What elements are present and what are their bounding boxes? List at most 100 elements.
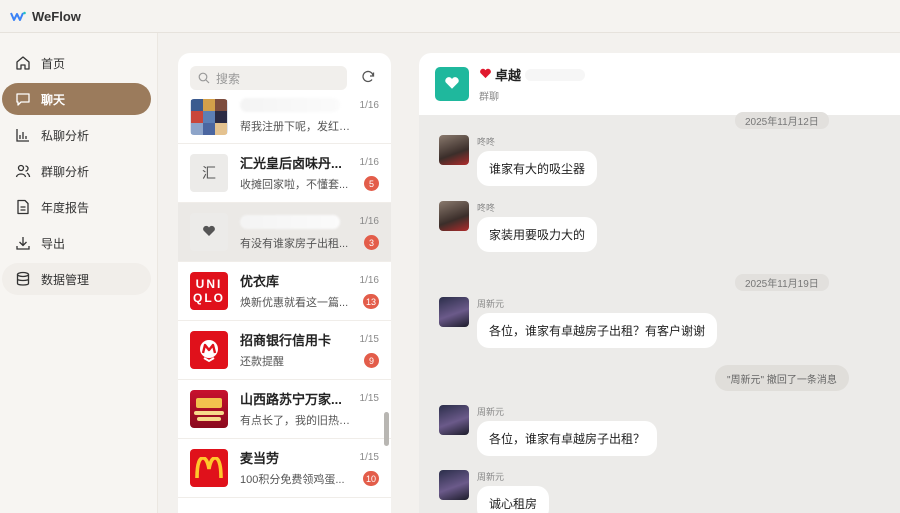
session-avatar: 汇 [190, 154, 228, 192]
message-list: 2025年11月12日 咚咚 谁家有大的吸尘器 咚咚 家装用要吸力大的 2025… [419, 112, 900, 513]
sidebar-item-label: 导出 [41, 236, 66, 251]
heart-icon [444, 76, 460, 93]
session-time: 1/15 [359, 393, 379, 404]
sidebar-item-label: 首页 [41, 56, 66, 71]
chat-icon [14, 90, 32, 108]
message-bubble[interactable]: 各位，谁家有卓越房子出租？ [477, 421, 658, 456]
message-bubble[interactable]: 各位，谁家有卓越房子出租？有客户谢谢 [477, 313, 718, 348]
session-list: 1/16 帮我注册下呢，发红包[呲... 汇 汇光皇后卤味丹... 1/16 收摊… [178, 96, 391, 498]
date-separator: 2025年11月19日 [735, 274, 829, 291]
sidebar-item-data-management[interactable]: 数据管理 [2, 263, 151, 295]
session-name: 汇光皇后卤味丹... [240, 156, 342, 171]
sender-name: 周新元 [477, 407, 505, 417]
message: 周新元 各位，谁家有卓越房子出租？ [439, 405, 658, 456]
sidebar-item-home[interactable]: 首页 [2, 47, 151, 79]
download-icon [14, 234, 32, 252]
session-time: 1/15 [359, 334, 379, 345]
unread-badge: 13 [362, 294, 379, 309]
system-notice: "周新元" 撤回了一条消息 [715, 365, 849, 391]
unread-badge: 9 [364, 353, 379, 368]
unread-badge: 5 [364, 176, 379, 191]
message: 周新元 各位，谁家有卓越房子出租？有客户谢谢 [439, 297, 718, 348]
sidebar-item-label: 私聊分析 [41, 128, 90, 143]
sender-avatar [439, 201, 469, 231]
message-bubble[interactable]: 家装用要吸力大的 [477, 217, 598, 252]
session-item[interactable]: 汇 汇光皇后卤味丹... 1/16 收摊回家啦，不懂套... 5 [178, 144, 391, 203]
sidebar-item-label: 年度报告 [41, 200, 90, 215]
refresh-button[interactable] [357, 67, 379, 89]
refresh-icon [361, 70, 375, 87]
chat-title: 卓越 [479, 65, 586, 84]
message: 咚咚 谁家有大的吸尘器 [439, 135, 598, 186]
message: 咚咚 家装用要吸力大的 [439, 201, 598, 252]
sidebar-item-label: 数据管理 [41, 272, 90, 287]
sender-name: 周新元 [477, 299, 505, 309]
weflow-logo-icon [10, 10, 26, 22]
session-avatar [190, 213, 228, 251]
session-list-panel: 搜索 1/16 帮我注册下呢，发红包[呲... 汇 汇光皇后卤味丹...1/16… [178, 53, 391, 513]
sidebar-item-chat[interactable]: 聊天 [2, 83, 151, 115]
cmb-logo [190, 331, 228, 369]
sidebar-item-annual-report[interactable]: 年度报告 [2, 191, 151, 223]
session-preview: 帮我注册下呢，发红包[呲... [240, 121, 358, 133]
sidebar-item-label: 聊天 [41, 92, 66, 107]
heart-emoji-icon [479, 67, 492, 82]
session-preview: 100积分免费领鸡蛋... [240, 473, 345, 486]
sender-avatar [439, 470, 469, 500]
chat-title-text: 卓越 [495, 68, 522, 83]
unread-badge: 3 [364, 235, 379, 250]
session-preview: 焕新优惠就看这一篇... [240, 296, 349, 309]
session-name: 山西路苏宁万家... [240, 392, 342, 407]
heart-icon [202, 224, 216, 240]
sender-name: 周新元 [477, 472, 505, 482]
search-input[interactable]: 搜索 [190, 66, 347, 90]
session-preview: 收摊回家啦，不懂套... [240, 178, 349, 191]
users-icon [14, 162, 32, 180]
sidebar-item-label: 群聊分析 [41, 164, 90, 179]
chat-panel: 卓越 群聊 2025年11月12日 咚咚 谁家有大的吸尘器 咚咚 家装用要吸力大… [419, 53, 900, 513]
session-preview: 还款提醒 [240, 355, 284, 368]
sender-name: 咚咚 [477, 203, 496, 213]
session-time: 1/16 [359, 275, 379, 286]
sidebar-item-export[interactable]: 导出 [2, 227, 151, 259]
message-bubble[interactable]: 诚心租房 [477, 486, 550, 513]
session-item-selected[interactable]: 1/16 有没有谁家房子出租... 3 [178, 203, 391, 262]
message-bubble[interactable]: 谁家有大的吸尘器 [477, 151, 598, 186]
session-item[interactable]: 山西路苏宁万家... 1/15 有点长了，我的旧热水器5... [178, 380, 391, 439]
chat-header: 卓越 群聊 [419, 53, 900, 115]
session-time: 1/16 [359, 99, 379, 111]
session-name-blurred [240, 98, 340, 112]
database-icon [14, 270, 32, 288]
unread-badge: 10 [362, 471, 379, 486]
title-bar: WeFlow [0, 0, 900, 33]
sender-avatar [439, 405, 469, 435]
mcdonalds-logo [190, 449, 228, 487]
sidebar-item-group-analysis[interactable]: 群聊分析 [2, 155, 151, 187]
chat-subtitle: 群聊 [479, 92, 499, 103]
session-time: 1/16 [359, 216, 379, 227]
session-item[interactable]: 麦当劳 1/15 100积分免费领鸡蛋... 10 [178, 439, 391, 498]
sender-avatar [439, 297, 469, 327]
session-item[interactable]: 1/16 帮我注册下呢，发红包[呲... [178, 96, 391, 144]
sidebar: 首页 聊天 私聊分析 群聊分析 年度报告 导出 数据管理 [0, 33, 158, 513]
bar-chart-icon [14, 126, 32, 144]
session-name: 招商银行信用卡 [240, 333, 332, 348]
sender-avatar [439, 135, 469, 165]
uniqlo-logo: UNI QLO [190, 272, 228, 310]
document-icon [14, 198, 32, 216]
message: 周新元 诚心租房 [439, 470, 550, 513]
sender-name: 咚咚 [477, 137, 496, 147]
session-item[interactable]: 招商银行信用卡 1/15 还款提醒 9 [178, 321, 391, 380]
session-preview: 有没有谁家房子出租... [240, 237, 349, 250]
group-avatar [435, 67, 469, 101]
sidebar-item-private-analysis[interactable]: 私聊分析 [2, 119, 151, 151]
search-placeholder: 搜索 [216, 71, 241, 86]
date-separator: 2025年11月12日 [735, 112, 829, 129]
session-list-scrollbar[interactable] [384, 412, 389, 446]
session-time: 1/15 [359, 452, 379, 463]
session-name: 麦当劳 [240, 451, 280, 466]
session-time: 1/16 [359, 157, 379, 168]
session-item[interactable]: UNI QLO 优衣库 1/16 焕新优惠就看这一篇... 13 [178, 262, 391, 321]
search-icon [198, 72, 210, 84]
app-title: WeFlow [32, 8, 81, 24]
